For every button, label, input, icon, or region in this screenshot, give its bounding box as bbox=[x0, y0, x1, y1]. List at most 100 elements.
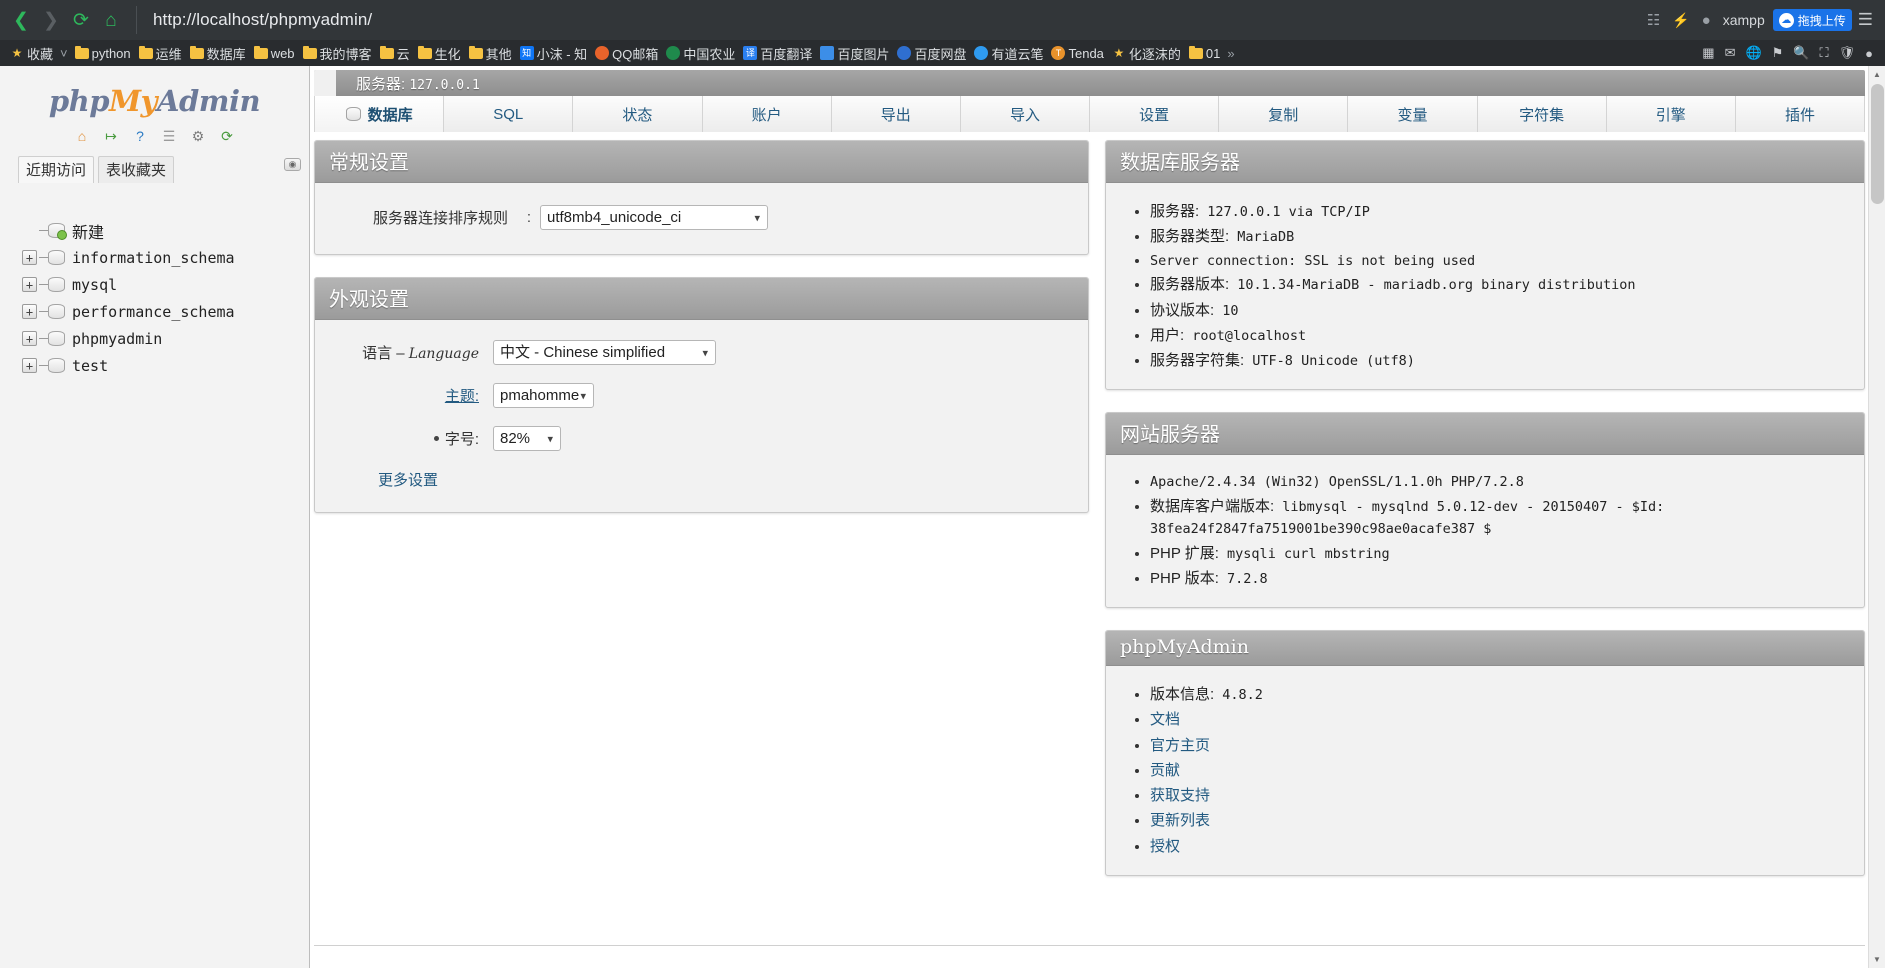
bookmark-item[interactable]: ★ 收藏 bbox=[6, 42, 57, 64]
bookmark-item[interactable]: QQ邮箱 bbox=[591, 42, 662, 64]
theme-label-link[interactable]: 主题: bbox=[445, 388, 479, 405]
info-link[interactable]: 贡献 bbox=[1150, 762, 1180, 779]
info-link[interactable]: 更新列表 bbox=[1150, 812, 1210, 829]
info-list-item[interactable]: 文档 bbox=[1150, 707, 1846, 732]
bookmark-item[interactable]: 知小沫 - 知 bbox=[516, 42, 592, 64]
chevron-double-right-icon[interactable]: » bbox=[1224, 46, 1237, 61]
fontsize-select[interactable]: 82% bbox=[493, 426, 561, 451]
database-tree-item[interactable]: + performance_schema bbox=[22, 298, 309, 325]
more-settings-link[interactable]: 更多设置 bbox=[378, 472, 438, 489]
database-tree-item[interactable]: 新建 bbox=[22, 217, 309, 244]
info-link[interactable]: 授权 bbox=[1150, 838, 1180, 855]
home-button[interactable]: ⌂ bbox=[96, 5, 126, 35]
page-scrollbar[interactable]: ▲ ▼ bbox=[1868, 66, 1885, 968]
main-tab[interactable]: SQL bbox=[444, 96, 574, 132]
extensions-icon[interactable]: ☷ bbox=[1647, 11, 1660, 29]
language-select[interactable]: 中文 - Chinese simplified bbox=[493, 340, 716, 365]
expand-plus-icon[interactable]: + bbox=[22, 277, 37, 292]
info-list-item[interactable]: 贡献 bbox=[1150, 758, 1846, 783]
main-tab-label: 导入 bbox=[1009, 106, 1040, 124]
database-tree-item[interactable]: + information_schema bbox=[22, 244, 309, 271]
refresh-icon[interactable]: ⟳ bbox=[217, 126, 237, 146]
bookmark-item[interactable]: 其他 bbox=[465, 42, 516, 64]
bookmark-item[interactable]: 有道云笔 bbox=[970, 42, 1047, 64]
expand-plus-icon[interactable]: + bbox=[22, 250, 37, 265]
database-tree-item[interactable]: + mysql bbox=[22, 271, 309, 298]
home-icon[interactable]: ⌂ bbox=[72, 126, 92, 146]
expand-plus-icon[interactable]: + bbox=[22, 358, 37, 373]
shield-icon[interactable]: 🛡 bbox=[1839, 45, 1856, 61]
more-icon[interactable]: ● bbox=[1865, 46, 1873, 61]
theme-select[interactable]: pmahomme bbox=[493, 383, 594, 408]
info-link[interactable]: 获取支持 bbox=[1150, 787, 1210, 804]
pin-icon[interactable]: ⚑ bbox=[1772, 45, 1784, 61]
main-tab[interactable]: 导出 bbox=[831, 96, 961, 132]
main-tab[interactable]: 导入 bbox=[960, 96, 1091, 132]
bookmark-item[interactable]: 我的博客 bbox=[299, 42, 376, 64]
chevron-down-icon[interactable]: ˅ bbox=[57, 46, 71, 61]
scrollbar-thumb[interactable] bbox=[1871, 84, 1884, 204]
info-list-item[interactable]: 更新列表 bbox=[1150, 808, 1846, 833]
settings-gear-icon[interactable]: ⚙ bbox=[188, 126, 208, 146]
sidebar-tab[interactable]: 近期访问 bbox=[18, 156, 95, 183]
xampp-tab-label[interactable]: xampp bbox=[1723, 12, 1765, 28]
info-link[interactable]: 官方主页 bbox=[1150, 737, 1210, 754]
main-tab[interactable]: 状态 bbox=[573, 96, 703, 132]
bookmark-item[interactable]: ★ 化逐沫的 bbox=[1108, 42, 1185, 64]
reload-button[interactable]: ⟳ bbox=[66, 5, 96, 35]
bookmark-label: 百度网盘 bbox=[914, 46, 967, 62]
main-tab[interactable]: 设置 bbox=[1090, 96, 1220, 132]
scroll-down-icon[interactable]: ▼ bbox=[1869, 951, 1885, 968]
forward-button[interactable]: ❯ bbox=[36, 5, 66, 35]
bookmark-item[interactable]: T Tenda bbox=[1047, 42, 1107, 64]
hamburger-menu-icon[interactable]: ☰ bbox=[1852, 10, 1879, 30]
expand-plus-icon[interactable]: + bbox=[22, 331, 37, 346]
main-tab[interactable]: 引擎 bbox=[1606, 96, 1736, 132]
back-button[interactable]: ❮ bbox=[6, 5, 36, 35]
database-tree-item[interactable]: + phpmyadmin bbox=[22, 325, 309, 352]
bookmark-item[interactable]: 中国农业 bbox=[662, 42, 739, 64]
bookmark-item[interactable]: 云 bbox=[376, 42, 414, 64]
bookmark-item[interactable]: 百度网盘 bbox=[893, 42, 970, 64]
main-tab[interactable]: 字符集 bbox=[1477, 96, 1607, 132]
database-tree-item[interactable]: + test bbox=[22, 352, 309, 379]
main-tab[interactable]: 账户 bbox=[702, 96, 832, 132]
sidebar-tab[interactable]: 表收藏夹 bbox=[98, 156, 175, 183]
collation-select[interactable]: utf8mb4_unicode_ci bbox=[540, 205, 768, 230]
main-tab[interactable]: 数据库 bbox=[314, 96, 445, 132]
main-tab[interactable]: 复制 bbox=[1219, 96, 1349, 132]
collapse-tree-icon[interactable]: ◉ bbox=[284, 158, 301, 171]
folder-icon bbox=[302, 45, 317, 60]
bookmark-item[interactable]: 01 bbox=[1185, 42, 1224, 64]
mail-icon[interactable]: ✉ bbox=[1725, 45, 1736, 61]
screenshot-icon[interactable]: ⛶ bbox=[1820, 45, 1829, 61]
main-tab[interactable]: 变量 bbox=[1348, 96, 1478, 132]
bookmark-item[interactable]: web bbox=[250, 42, 299, 64]
bullet-icon bbox=[433, 436, 439, 441]
upload-chip[interactable]: ☁ 拖拽上传 bbox=[1772, 9, 1852, 31]
info-list-item[interactable]: 获取支持 bbox=[1150, 783, 1846, 808]
bookmark-item[interactable]: 百度图片 bbox=[816, 42, 893, 64]
address-bar[interactable]: http://localhost/phpmyadmin/ bbox=[136, 6, 1647, 34]
docs-icon[interactable]: ☰ bbox=[159, 126, 179, 146]
lightning-icon[interactable]: ⚡ bbox=[1672, 12, 1689, 29]
bookmark-item[interactable]: python bbox=[71, 42, 135, 64]
search-icon[interactable]: 🔍 bbox=[1793, 45, 1809, 61]
bookmark-item[interactable]: 生化 bbox=[414, 42, 465, 64]
main-tab[interactable]: 插件 bbox=[1735, 96, 1866, 132]
info-link[interactable]: 文档 bbox=[1150, 711, 1180, 728]
help-icon[interactable]: ? bbox=[130, 126, 150, 146]
bookmark-item[interactable]: 运维 bbox=[135, 42, 186, 64]
expand-plus-icon[interactable]: + bbox=[22, 304, 37, 319]
info-item-value: 127.0.0.1 via TCP/IP bbox=[1199, 204, 1370, 220]
user-icon[interactable]: ● bbox=[1702, 12, 1711, 29]
bookmark-item[interactable]: 数据库 bbox=[186, 42, 250, 64]
bookmark-item[interactable]: 译百度翻译 bbox=[739, 42, 816, 64]
phpmyadmin-logo[interactable]: phpMyAdmin bbox=[0, 74, 309, 122]
info-list-item[interactable]: 官方主页 bbox=[1150, 733, 1846, 758]
logout-icon[interactable]: ↦ bbox=[101, 126, 121, 146]
scroll-up-icon[interactable]: ▲ bbox=[1869, 66, 1885, 83]
translate-icon[interactable]: 🌐 bbox=[1745, 45, 1761, 61]
info-list-item[interactable]: 授权 bbox=[1150, 834, 1846, 859]
apps-grid-icon[interactable]: ▦ bbox=[1702, 45, 1714, 61]
